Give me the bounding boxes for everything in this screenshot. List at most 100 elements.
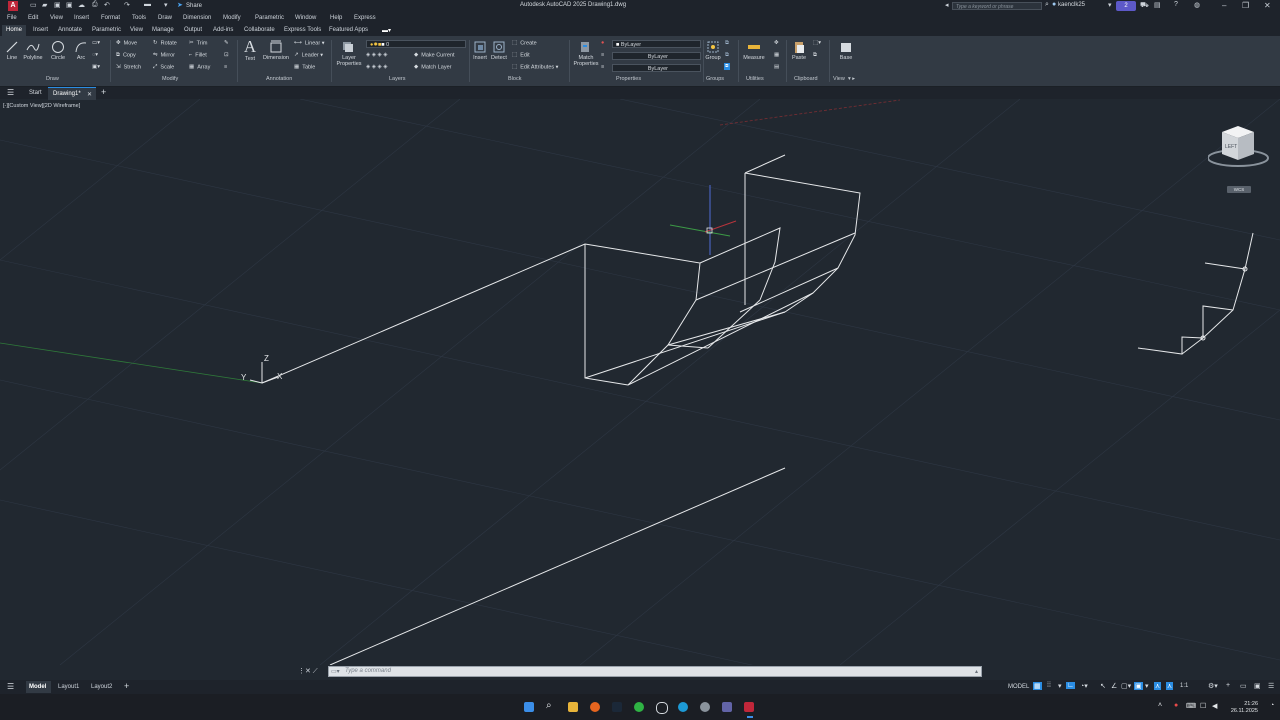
teams-icon[interactable] bbox=[722, 702, 732, 712]
linetype-dropdown[interactable]: ByLayer bbox=[612, 52, 701, 60]
annotation-scale[interactable]: 1:1 bbox=[1180, 683, 1188, 689]
plot-icon[interactable]: ⎙ bbox=[92, 1, 98, 9]
group-tool[interactable]: Group bbox=[705, 40, 721, 61]
edit-block-tool[interactable]: ⬚ Edit bbox=[512, 52, 530, 58]
explode-icon[interactable]: ⊡ bbox=[224, 52, 229, 58]
arc-tool[interactable]: Arc bbox=[72, 40, 90, 61]
layout-tab-layout2[interactable]: Layout2 bbox=[91, 684, 112, 690]
tab-express-tools[interactable]: Express Tools bbox=[284, 27, 321, 33]
copy-clip-icon[interactable]: ⧉ bbox=[813, 52, 817, 59]
circle-tool[interactable]: Circle bbox=[48, 40, 68, 61]
tab-add-ins[interactable]: Add-ins bbox=[213, 27, 233, 33]
hull-wireframe[interactable] bbox=[261, 154, 861, 665]
modify-panel-label[interactable]: Modify bbox=[162, 76, 178, 82]
tab-annotate[interactable]: Annotate bbox=[58, 27, 82, 33]
layer-tools-row1[interactable]: ◈ ◈ ◈ ◈ bbox=[366, 52, 388, 58]
layout-menu-icon[interactable]: ☰ bbox=[7, 682, 14, 691]
menu-file[interactable]: File bbox=[7, 15, 17, 21]
save-icon[interactable]: ▣ bbox=[54, 1, 61, 9]
new-file-icon[interactable]: ▭ bbox=[30, 1, 37, 9]
sign-icon[interactable]: ◍ bbox=[1194, 1, 1200, 9]
network-icon[interactable]: ☐ bbox=[1200, 702, 1206, 710]
model-space-toggle[interactable]: MODEL bbox=[1008, 684, 1029, 690]
cloud-badge[interactable]: 2 bbox=[1116, 1, 1136, 11]
osnap-icon[interactable]: ▢▾ bbox=[1121, 682, 1131, 690]
save-as-icon[interactable]: ▣ bbox=[66, 1, 73, 9]
layer-tools-row2[interactable]: ◈ ◈ ◈ ◈ bbox=[366, 64, 388, 70]
scale-tool[interactable]: ⤢ Scale bbox=[153, 64, 174, 70]
cut-icon[interactable]: ⬚▾ bbox=[813, 40, 821, 46]
group-edit-icon[interactable]: ⧉ bbox=[725, 52, 729, 59]
new-tab-icon[interactable]: + bbox=[101, 87, 106, 97]
steam-icon[interactable] bbox=[612, 702, 622, 712]
annotation-panel-label[interactable]: Annotation bbox=[266, 76, 292, 82]
tab-insert[interactable]: Insert bbox=[33, 27, 48, 33]
groups-panel-label[interactable]: Groups bbox=[706, 76, 724, 82]
cloud-icon[interactable]: ☁ bbox=[78, 1, 85, 9]
tab-featured-apps[interactable]: Featured Apps bbox=[329, 27, 368, 33]
quick-select-icon[interactable]: ✥ bbox=[774, 40, 779, 46]
gradient-icon[interactable]: ▣▾ bbox=[92, 64, 100, 70]
annotation-visibility-icon[interactable]: ⋏ bbox=[1154, 682, 1162, 690]
base-tool[interactable]: Base bbox=[836, 40, 856, 61]
user-icon[interactable]: ● bbox=[1052, 1, 1056, 8]
customize-icon[interactable]: ▾ bbox=[164, 1, 168, 9]
share-button[interactable]: Share bbox=[186, 3, 202, 9]
exchange-icon[interactable]: ▤ bbox=[1154, 1, 1161, 9]
start-tab[interactable]: Start bbox=[29, 90, 42, 96]
polar-icon[interactable]: ◔▾ bbox=[1080, 682, 1088, 690]
detect-tool[interactable]: Detect bbox=[490, 40, 508, 61]
paste-tool[interactable]: Paste bbox=[789, 40, 809, 61]
search-expand-icon[interactable]: ◂ bbox=[945, 1, 949, 9]
clean-screen-icon[interactable]: ▣ bbox=[1254, 682, 1261, 690]
object-snap-tracking-icon[interactable]: ∠ bbox=[1111, 682, 1117, 690]
stretch-tool[interactable]: ⇲ Stretch bbox=[116, 64, 141, 70]
user-name[interactable]: kaenclk25 bbox=[1058, 2, 1085, 8]
workspace-icon[interactable]: ▬ bbox=[144, 1, 151, 8]
open-file-icon[interactable]: ▰ bbox=[42, 1, 47, 9]
user-menu-chevron-icon[interactable]: ▾ bbox=[1108, 1, 1112, 9]
create-block-tool[interactable]: ⬚ Create bbox=[512, 40, 537, 46]
clipboard-panel-label[interactable]: Clipboard bbox=[794, 76, 818, 82]
group-selection-icon[interactable]: ⧈ bbox=[724, 63, 730, 70]
snap-icon[interactable]: ⁞⁞ bbox=[1047, 682, 1051, 689]
dimension-tool[interactable]: Dimension bbox=[261, 40, 291, 61]
measure-tool[interactable]: Measure bbox=[741, 40, 767, 61]
menu-insert[interactable]: Insert bbox=[74, 15, 89, 21]
copy-tool[interactable]: ⧉ Copy bbox=[116, 52, 136, 58]
offset-icon[interactable]: ≡ bbox=[224, 64, 227, 70]
utilities-panel-label[interactable]: Utilities bbox=[746, 76, 764, 82]
menu-modify[interactable]: Modify bbox=[223, 15, 241, 21]
menu-dimension[interactable]: Dimension bbox=[183, 15, 211, 21]
chatgpt-icon[interactable] bbox=[656, 702, 668, 714]
windows-start-icon[interactable] bbox=[524, 702, 534, 712]
command-history-icon[interactable]: ▴ bbox=[975, 668, 978, 675]
tray-expand-icon[interactable]: ˄ bbox=[1158, 702, 1162, 709]
properties-panel-label[interactable]: Properties bbox=[616, 76, 641, 82]
layers-panel-label[interactable]: Layers bbox=[389, 76, 406, 82]
snap-menu-icon[interactable]: ▾ bbox=[1058, 682, 1062, 690]
move-tool[interactable]: ✥ Move bbox=[116, 40, 137, 46]
rotate-tool[interactable]: ↻ Rotate bbox=[153, 40, 177, 46]
search-taskbar-icon[interactable]: ⌕ bbox=[546, 700, 556, 711]
tab-manage[interactable]: Manage bbox=[152, 27, 174, 33]
search-input[interactable]: Type a keyword or phrase bbox=[952, 2, 1042, 10]
help-icon[interactable]: ? bbox=[1174, 1, 1178, 8]
undo-icon[interactable]: ↶ bbox=[104, 1, 110, 9]
make-current-tool[interactable]: ◆ Make Current bbox=[414, 52, 455, 58]
whatsapp-icon[interactable] bbox=[634, 702, 644, 712]
hatch-icon[interactable]: ◌▾ bbox=[92, 52, 98, 58]
ortho-icon[interactable]: ∟ bbox=[1066, 682, 1075, 689]
tab-view[interactable]: View bbox=[130, 27, 143, 33]
customize-status-icon[interactable]: ☰ bbox=[1268, 682, 1274, 690]
hamburger-icon[interactable]: ☰ bbox=[7, 88, 14, 97]
menu-draw[interactable]: Draw bbox=[158, 15, 172, 21]
menu-parametric[interactable]: Parametric bbox=[255, 15, 284, 21]
edit-attributes-tool[interactable]: ⬚ Edit Attributes ▾ bbox=[512, 64, 558, 70]
side-profile-wireframe[interactable] bbox=[1137, 232, 1254, 355]
share-icon[interactable]: ➤ bbox=[177, 1, 183, 9]
menu-window[interactable]: Window bbox=[295, 15, 316, 21]
match-properties-tool[interactable]: Match Properties bbox=[572, 40, 599, 67]
menu-edit[interactable]: Edit bbox=[28, 15, 38, 21]
command-line-tools[interactable]: ⋮✕ ⟋ bbox=[298, 667, 318, 676]
